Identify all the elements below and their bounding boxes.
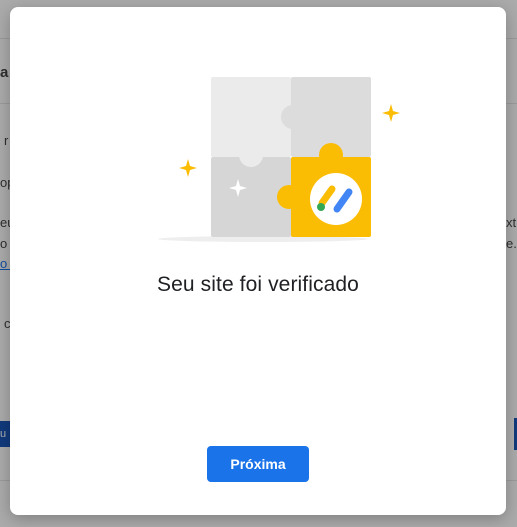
verification-dialog: Seu site foi verificado Próxima — [10, 7, 506, 515]
puzzle-verified-illustration — [158, 77, 400, 242]
next-button[interactable]: Próxima — [207, 446, 309, 482]
sparkle-icon — [382, 104, 400, 122]
dialog-title: Seu site foi verificado — [157, 273, 359, 296]
sparkle-icon — [179, 159, 197, 177]
